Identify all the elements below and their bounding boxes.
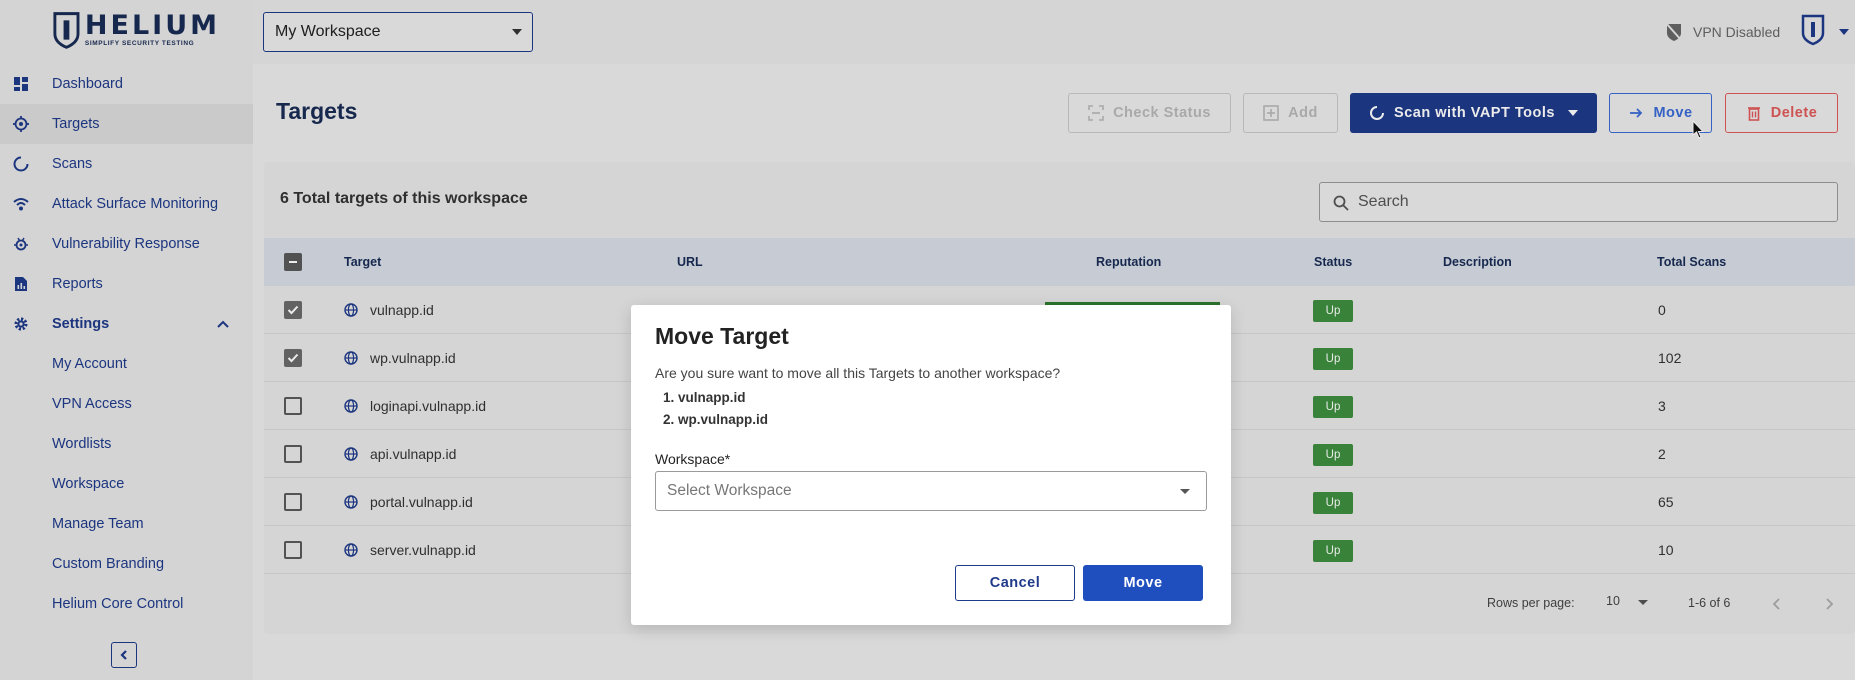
list-item: 2. wp.vulnapp.id [663,412,769,427]
workspace-dropdown[interactable]: Select Workspace [655,471,1207,511]
list-item: 1. vulnapp.id [663,390,746,405]
dialog-message: Are you sure want to move all this Targe… [655,365,1061,381]
cancel-button[interactable]: Cancel [955,565,1075,601]
workspace-dropdown-placeholder: Select Workspace [667,482,792,499]
caret-down-icon [1180,489,1190,494]
move-target-dialog: Move Target Are you sure want to move al… [631,305,1231,625]
workspace-field-label: Workspace* [655,451,731,467]
selected-targets-list: 1. vulnapp.id 2. wp.vulnapp.id [663,387,768,431]
confirm-move-button[interactable]: Move [1083,565,1203,601]
dialog-title: Move Target [655,323,789,349]
